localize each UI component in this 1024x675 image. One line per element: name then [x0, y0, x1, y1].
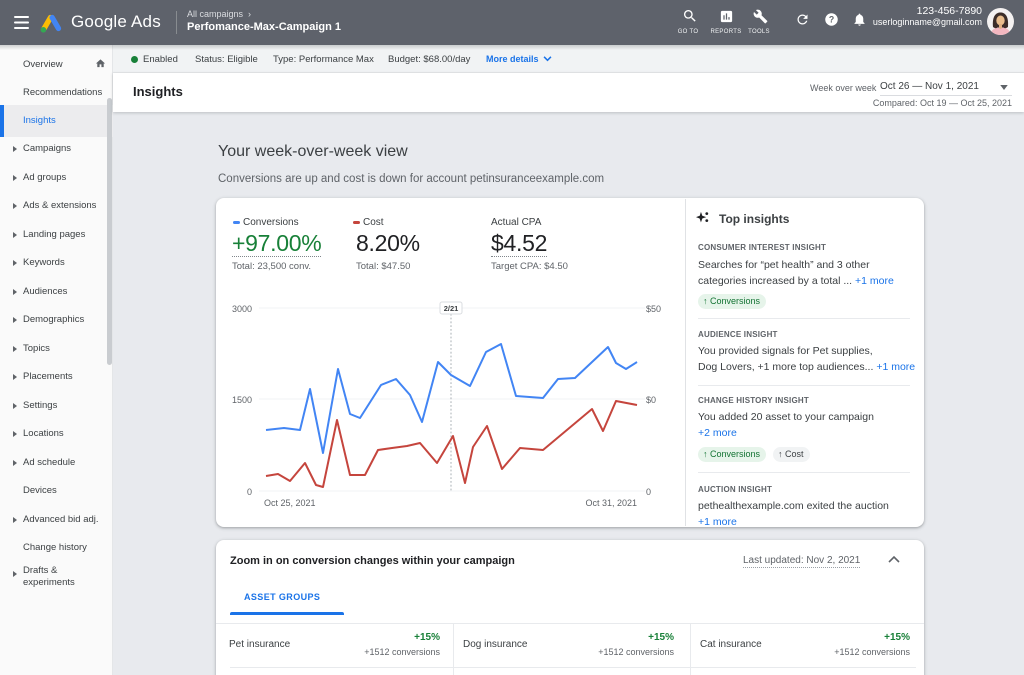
svg-text:Oct 31, 2021: Oct 31, 2021 — [585, 498, 637, 508]
svg-text:Oct 25, 2021: Oct 25, 2021 — [264, 498, 316, 508]
svg-text:1500: 1500 — [232, 395, 252, 405]
svg-text:3000: 3000 — [232, 304, 252, 314]
svg-text:0: 0 — [646, 487, 651, 497]
svg-text:2/21: 2/21 — [444, 304, 459, 313]
svg-text:0: 0 — [247, 487, 252, 497]
svg-text:?: ? — [829, 15, 834, 25]
svg-text:$0: $0 — [646, 395, 656, 405]
svg-text:$50: $50 — [646, 304, 661, 314]
